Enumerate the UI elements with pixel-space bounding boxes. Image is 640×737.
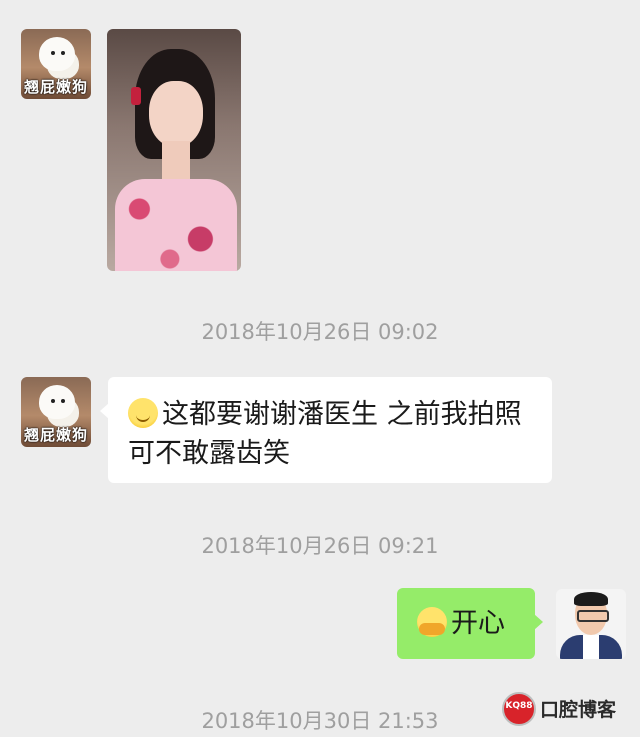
message-text-container: 这都要谢谢潘医生 之前我拍照可不敢露齿笑 — [128, 395, 532, 473]
watermark: KQ88 口腔博客 — [498, 688, 634, 728]
dog-eye — [51, 51, 55, 55]
dog-photo-icon — [39, 37, 75, 71]
dog-eye — [61, 51, 65, 55]
dog-photo-icon — [39, 385, 75, 419]
avatar-detail — [577, 610, 609, 622]
contact-avatar[interactable]: 翘屁嫩狗 — [21, 29, 91, 99]
photo-detail — [115, 179, 237, 271]
incoming-message-bubble[interactable]: 这都要谢谢潘医生 之前我拍照可不敢露齿笑 — [100, 377, 552, 483]
message-text: 开心 — [451, 608, 505, 639]
avatar-label: 翘屁嫩狗 — [23, 78, 88, 96]
avatar-detail — [583, 635, 599, 659]
message-text-container: 开心 — [417, 604, 505, 643]
watermark-logo-text: KQ88 — [505, 701, 533, 711]
outgoing-message-bubble[interactable]: 开心 — [397, 588, 543, 659]
photo-detail — [149, 81, 203, 147]
dog-eye — [61, 399, 65, 403]
dog-eye — [51, 399, 55, 403]
avatar-detail — [574, 592, 608, 606]
image-message[interactable] — [107, 29, 241, 271]
avatar-label: 翘屁嫩狗 — [23, 426, 88, 444]
timestamp: 2018年10月26日 09:21 — [201, 534, 439, 558]
photo-detail — [131, 87, 141, 105]
hugging-face-emoji-icon — [417, 607, 447, 637]
contact-avatar[interactable]: 翘屁嫩狗 — [21, 377, 91, 447]
message-text: 这都要谢谢潘医生 之前我拍照可不敢露齿笑 — [128, 399, 522, 469]
blush-smile-emoji-icon — [128, 398, 158, 428]
timestamp: 2018年10月26日 09:02 — [201, 320, 439, 344]
photo-detail — [162, 141, 190, 181]
my-avatar[interactable] — [556, 589, 626, 659]
watermark-name: 口腔博客 — [540, 699, 617, 721]
